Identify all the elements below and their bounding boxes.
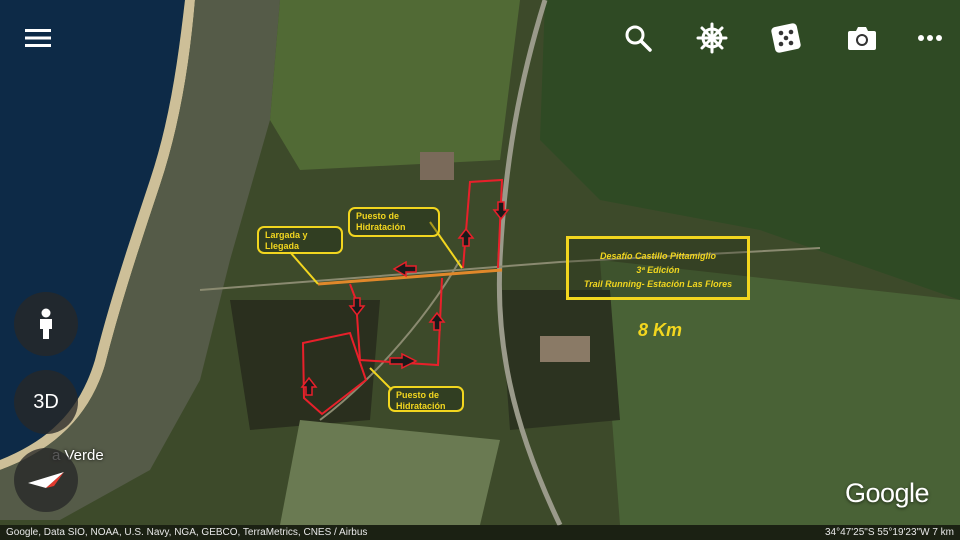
compass-button[interactable] xyxy=(14,448,78,512)
satellite-map[interactable] xyxy=(0,0,960,540)
hydration-callout-top: Puesto de Hidratación xyxy=(348,207,440,237)
search-icon[interactable] xyxy=(618,18,658,58)
dice-icon[interactable] xyxy=(766,18,806,58)
compass-icon xyxy=(28,472,64,488)
attribution-text: Google, Data SIO, NOAA, U.S. Navy, NGA, … xyxy=(6,527,368,538)
camera-icon[interactable] xyxy=(842,18,882,58)
event-edition: 3ª Edición xyxy=(636,265,680,275)
hydration-bottom-label: Puesto de Hidratación xyxy=(396,390,446,411)
attribution-bar: Google, Data SIO, NOAA, U.S. Navy, NGA, … xyxy=(0,525,960,540)
event-info-box: Desafío Castillo Pittamiglio 3ª Edición … xyxy=(566,236,750,300)
google-logo: Google xyxy=(845,478,930,508)
event-title: Desafío Castillo Pittamiglio xyxy=(599,251,717,261)
toggle-3d-button[interactable]: 3D xyxy=(14,370,78,434)
event-subtitle: Trail Running- Estación Las Flores xyxy=(583,279,733,289)
hydration-top-label: Puesto de Hidratación xyxy=(356,211,406,232)
start-finish-label: Largada y Llegada xyxy=(265,230,308,251)
menu-icon[interactable] xyxy=(18,18,58,58)
coordinates-scale: 34°47'25"S 55°19'23"W 7 km xyxy=(825,527,954,538)
toggle-3d-label: 3D xyxy=(33,390,59,413)
voyager-wheel-icon[interactable] xyxy=(692,18,732,58)
street-view-button[interactable] xyxy=(14,292,78,356)
more-options-icon[interactable] xyxy=(910,18,950,58)
pegman-icon xyxy=(40,308,52,339)
route-distance: 8 Km xyxy=(638,320,683,340)
hydration-callout-bottom: Puesto de Hidratación xyxy=(388,386,464,412)
start-finish-callout: Largada y Llegada xyxy=(257,226,343,254)
